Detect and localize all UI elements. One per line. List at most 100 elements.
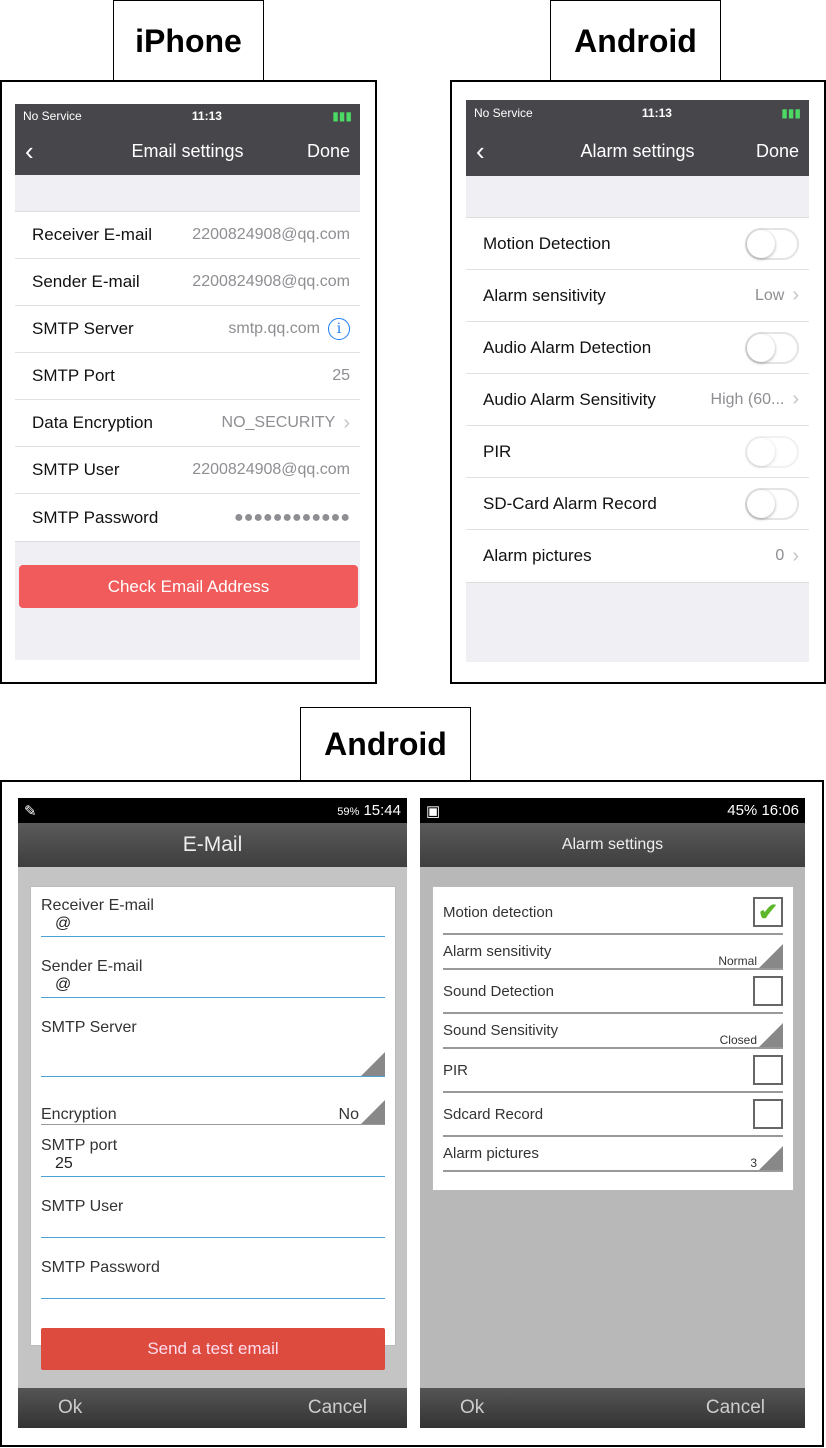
settings-row[interactable]: Alarm pictures 0 › xyxy=(466,530,809,582)
select-value: Closed xyxy=(719,1033,757,1047)
page-title: Alarm settings xyxy=(420,823,805,867)
select-value: Normal xyxy=(718,954,757,968)
chevron-right-icon: › xyxy=(792,388,799,410)
label-android-2: Android xyxy=(300,707,471,781)
field-label: SMTP Password xyxy=(41,1259,160,1276)
field-label: Receiver E-mail xyxy=(41,897,154,914)
settings-row[interactable]: SD-Card Alarm Record xyxy=(466,478,809,530)
time: 16:06 xyxy=(761,802,799,819)
done-button[interactable]: Done xyxy=(307,141,350,162)
row-value: smtp.qq.com xyxy=(228,320,320,337)
form-field: Sender E-mail @ xyxy=(31,958,395,1019)
toggle-switch[interactable] xyxy=(745,435,799,468)
settings-row[interactable]: Sdcard Record xyxy=(443,1093,783,1137)
settings-row[interactable]: Motion detection ✔ xyxy=(443,891,783,935)
dropdown-select[interactable]: Closed xyxy=(720,1023,783,1047)
edit-icon: ✎ xyxy=(24,802,37,820)
field-label: SMTP Server xyxy=(41,1019,137,1036)
settings-row[interactable]: Sound Sensitivity Closed xyxy=(443,1014,783,1049)
settings-row[interactable]: Audio Alarm Sensitivity High (60... › xyxy=(466,374,809,426)
row-value: 2200824908@qq.com xyxy=(192,226,350,243)
android-alarm-screen: ▣ 45% 16:06 Alarm settings Motion detecti… xyxy=(420,798,805,1428)
dropdown-select[interactable]: Normal xyxy=(718,944,783,968)
row-label: SMTP Server xyxy=(32,319,134,338)
ok-button[interactable]: Ok xyxy=(460,1397,484,1419)
text-input[interactable]: @ xyxy=(41,915,385,937)
toggle-switch[interactable] xyxy=(745,487,799,520)
input-value: @ xyxy=(55,976,72,993)
check-email-button[interactable]: Check Email Address xyxy=(19,565,358,608)
row-value: 2200824908@qq.com xyxy=(192,273,350,290)
info-icon[interactable]: i xyxy=(328,318,350,340)
settings-row[interactable]: Alarm sensitivity Normal xyxy=(443,935,783,970)
row-value: Low xyxy=(754,286,785,304)
text-input[interactable]: @ xyxy=(41,976,385,998)
settings-row[interactable]: SMTP Port 25 xyxy=(15,353,360,400)
row-label: Audio Alarm Sensitivity xyxy=(483,389,656,409)
row-value: 2200824908@qq.com xyxy=(192,461,350,478)
checkbox[interactable] xyxy=(753,1099,783,1129)
settings-row[interactable]: SMTP Server smtp.qq.com i xyxy=(15,306,360,353)
form-field: Receiver E-mail @ xyxy=(31,897,395,958)
settings-row[interactable]: Alarm pictures 3 xyxy=(443,1137,783,1172)
battery-level: 45% xyxy=(727,802,758,819)
row-label: PIR xyxy=(443,1061,469,1079)
back-icon[interactable]: ‹ xyxy=(476,136,485,167)
row-label: Motion detection xyxy=(443,903,554,921)
text-input[interactable]: 25 xyxy=(41,1155,385,1177)
settings-row[interactable]: SMTP Password ●●●●●●●●●●●● xyxy=(15,494,360,541)
settings-row[interactable]: SMTP User 2200824908@qq.com xyxy=(15,447,360,494)
text-input[interactable] xyxy=(41,1277,385,1299)
page-title: E-Mail xyxy=(18,823,407,867)
row-label: Alarm sensitivity xyxy=(443,943,552,960)
settings-row[interactable]: Receiver E-mail 2200824908@qq.com xyxy=(15,212,360,259)
carrier: No Service xyxy=(474,106,533,120)
checkbox[interactable] xyxy=(753,976,783,1006)
label-android: Android xyxy=(550,0,721,81)
row-label: SMTP Password xyxy=(32,507,159,527)
row-label: SMTP Port xyxy=(32,366,115,385)
done-button[interactable]: Done xyxy=(756,141,799,162)
form-field: SMTP port 25 xyxy=(31,1137,395,1198)
dropdown-triangle-icon xyxy=(759,1146,783,1170)
chevron-right-icon: › xyxy=(792,544,799,567)
settings-row[interactable]: Sender E-mail 2200824908@qq.com xyxy=(15,259,360,306)
settings-row[interactable]: PIR xyxy=(443,1049,783,1093)
checkbox[interactable] xyxy=(753,1055,783,1085)
settings-row[interactable]: Motion Detection xyxy=(466,218,809,270)
form-field: SMTP User xyxy=(31,1198,395,1259)
back-icon[interactable]: ‹ xyxy=(25,136,34,167)
toggle-switch[interactable] xyxy=(745,227,799,260)
android-email-screen: ✎ 59% 15:44 E-Mail Receiver E-mail @ Sender… xyxy=(18,798,407,1428)
settings-row[interactable]: Alarm sensitivity Low › xyxy=(466,270,809,322)
status-bar: ✎ 59% 15:44 xyxy=(18,798,407,823)
checkbox[interactable]: ✔ xyxy=(753,897,783,927)
chevron-right-icon: › xyxy=(343,411,350,434)
text-input[interactable] xyxy=(41,1037,385,1077)
text-input[interactable] xyxy=(41,1216,385,1238)
chevron-right-icon: › xyxy=(792,284,799,306)
ios-email-screen: No Service 11:13 ▮▮▮ ‹ Email settings Done R… xyxy=(15,104,360,660)
send-test-email-button[interactable]: Send a test email xyxy=(41,1328,385,1370)
toggle-switch[interactable] xyxy=(745,331,799,364)
dropdown-select[interactable]: 3 xyxy=(750,1146,783,1170)
cancel-button[interactable]: Cancel xyxy=(308,1397,367,1419)
input-value: @ xyxy=(55,915,72,932)
select-value: 3 xyxy=(750,1156,757,1170)
encryption-select[interactable]: No xyxy=(339,1100,385,1124)
row-label: Motion Detection xyxy=(483,233,611,253)
row-label: Alarm pictures xyxy=(443,1145,539,1162)
ok-button[interactable]: Ok xyxy=(58,1397,82,1419)
battery-level: 59% xyxy=(337,806,360,818)
settings-row[interactable]: Sound Detection xyxy=(443,970,783,1014)
dropdown-triangle-icon xyxy=(361,1052,385,1076)
status-bar: No Service 11:13 ▮▮▮ xyxy=(15,104,360,128)
settings-row[interactable]: Data Encryption NO_SECURITY › xyxy=(15,400,360,447)
settings-row[interactable]: Audio Alarm Detection xyxy=(466,322,809,374)
row-label: Alarm pictures xyxy=(483,546,592,565)
settings-row[interactable]: PIR xyxy=(466,426,809,478)
row-value: 25 xyxy=(332,367,350,384)
row-value: 0 xyxy=(775,547,785,564)
cancel-button[interactable]: Cancel xyxy=(706,1397,765,1419)
field-label: SMTP User xyxy=(41,1198,124,1215)
